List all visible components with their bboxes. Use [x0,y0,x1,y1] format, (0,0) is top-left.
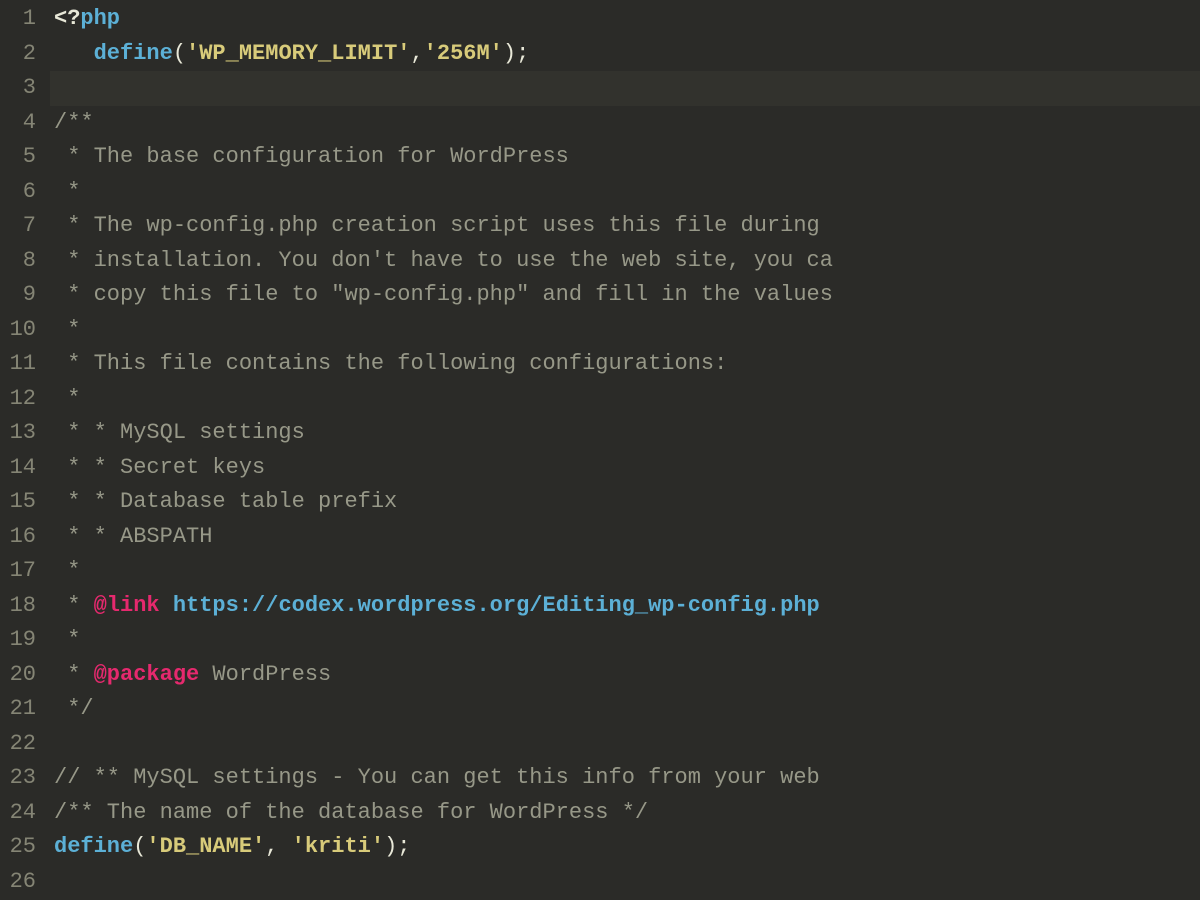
token-phpopen: <? [54,6,80,31]
code-line[interactable]: <?php [50,2,1200,37]
token-paren: ( [133,834,146,859]
token-comment: /** [54,110,94,135]
code-line[interactable]: * * Database table prefix [50,485,1200,520]
line-number: 7 [8,209,36,244]
token-text [54,41,94,66]
token-comment: /** The name of the database for WordPre… [54,800,648,825]
code-line[interactable]: // ** MySQL settings - You can get this … [50,761,1200,796]
token-comment: * [54,179,80,204]
line-number: 18 [8,589,36,624]
token-punct: ; [397,834,410,859]
line-number: 5 [8,140,36,175]
line-number: 19 [8,623,36,658]
token-doctag: @link [94,593,160,618]
line-number: 20 [8,658,36,693]
token-func: define [54,834,133,859]
code-line[interactable]: * [50,175,1200,210]
code-line[interactable]: * installation. You don't have to use th… [50,244,1200,279]
line-number: 4 [8,106,36,141]
line-number: 23 [8,761,36,796]
token-keyword: php [80,6,120,31]
token-comment [160,593,173,618]
code-line[interactable]: * This file contains the following confi… [50,347,1200,382]
line-number: 14 [8,451,36,486]
code-line[interactable]: * copy this file to "wp-config.php" and … [50,278,1200,313]
token-comment: * * Secret keys [54,455,265,480]
token-comment: // ** MySQL settings - You can get this … [54,765,833,790]
code-line[interactable]: define('WP_MEMORY_LIMIT','256M'); [50,37,1200,72]
line-number: 21 [8,692,36,727]
code-line[interactable] [50,865,1200,900]
code-line[interactable]: * @package WordPress [50,658,1200,693]
token-doctag: @package [94,662,200,687]
token-punct: ; [516,41,529,66]
code-line[interactable]: define('DB_NAME', 'kriti'); [50,830,1200,865]
code-line[interactable] [50,727,1200,762]
code-line[interactable]: * [50,313,1200,348]
token-comment: * [54,317,80,342]
token-paren: ( [173,41,186,66]
line-number: 1 [8,2,36,37]
line-number-gutter: 1234567891011121314151617181920212223242… [0,0,50,900]
token-comment: * [54,386,80,411]
token-comment: * This file contains the following confi… [54,351,727,376]
token-comment: * copy this file to "wp-config.php" and … [54,282,833,307]
token-paren: ) [503,41,516,66]
code-line[interactable]: * * Secret keys [50,451,1200,486]
code-line[interactable]: * The wp-config.php creation script uses… [50,209,1200,244]
line-number: 24 [8,796,36,831]
line-number: 13 [8,416,36,451]
code-line[interactable] [50,71,1200,106]
token-punct: , [410,41,423,66]
code-line[interactable]: /** [50,106,1200,141]
token-comment: * The base configuration for WordPress [54,144,569,169]
line-number: 6 [8,175,36,210]
token-string: 'WP_MEMORY_LIMIT' [186,41,410,66]
line-number: 12 [8,382,36,417]
token-string: 'kriti' [292,834,384,859]
token-comment: * * MySQL settings [54,420,305,445]
code-line[interactable]: * @link https://codex.wordpress.org/Edit… [50,589,1200,624]
token-string: '256M' [424,41,503,66]
token-comment: WordPress [199,662,331,687]
token-comment: * [54,558,80,583]
line-number: 22 [8,727,36,762]
line-number: 16 [8,520,36,555]
line-number: 2 [8,37,36,72]
token-comment: * * Database table prefix [54,489,397,514]
line-number: 9 [8,278,36,313]
code-line[interactable]: /** The name of the database for WordPre… [50,796,1200,831]
token-comment: * [54,662,94,687]
line-number: 8 [8,244,36,279]
token-comment: * The wp-config.php creation script uses… [54,213,820,238]
token-comment: * installation. You don't have to use th… [54,248,833,273]
line-number: 10 [8,313,36,348]
code-line[interactable]: * * MySQL settings [50,416,1200,451]
token-paren: ) [384,834,397,859]
code-editor[interactable]: 1234567891011121314151617181920212223242… [0,0,1200,900]
token-link: https://codex.wordpress.org/Editing_wp-c… [173,593,820,618]
line-number: 17 [8,554,36,589]
code-line[interactable]: * [50,382,1200,417]
code-line[interactable]: */ [50,692,1200,727]
token-comment: */ [54,696,94,721]
token-string: 'DB_NAME' [146,834,265,859]
line-number: 15 [8,485,36,520]
code-line[interactable]: * The base configuration for WordPress [50,140,1200,175]
token-comment: * [54,627,80,652]
line-number: 3 [8,71,36,106]
code-line[interactable]: * * ABSPATH [50,520,1200,555]
token-func: define [94,41,173,66]
code-area[interactable]: <?php define('WP_MEMORY_LIMIT','256M'); … [50,0,1200,900]
code-line[interactable]: * [50,554,1200,589]
code-line[interactable]: * [50,623,1200,658]
line-number: 26 [8,865,36,900]
line-number: 25 [8,830,36,865]
line-number: 11 [8,347,36,382]
token-comment: * [54,593,94,618]
token-punct: , [265,834,291,859]
token-comment: * * ABSPATH [54,524,212,549]
